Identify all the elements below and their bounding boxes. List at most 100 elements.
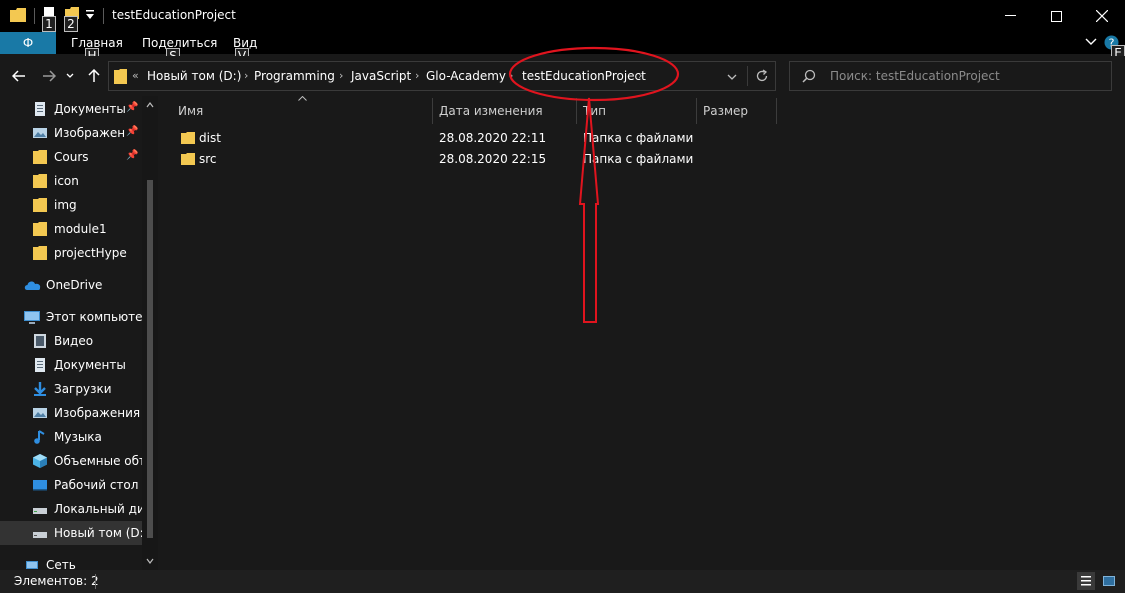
file-type: Папка с файлами <box>583 131 694 145</box>
recent-locations-button[interactable] <box>64 66 76 86</box>
nav-item-label: Локальный дис <box>54 502 142 516</box>
keytip-2: 2 <box>64 16 78 32</box>
documents-icon <box>35 102 45 116</box>
keytip-1: 1 <box>42 16 56 32</box>
nav-item-desktop[interactable]: Рабочий стол <box>0 473 142 497</box>
pin-icon[interactable]: 📌 <box>126 102 138 113</box>
maximize-icon <box>1050 10 1062 22</box>
sort-ascending-icon <box>298 96 307 101</box>
column-divider[interactable] <box>696 98 697 124</box>
nav-item-label: Новый том (D:) <box>54 526 149 540</box>
minimize-button[interactable] <box>987 0 1033 32</box>
column-header-name[interactable]: Имя <box>178 104 203 118</box>
network-icon <box>26 561 38 569</box>
table-row[interactable]: src 28.08.2020 22:15 Папка с файлами <box>174 149 794 170</box>
chevron-right-icon[interactable]: › <box>415 69 419 82</box>
nav-item-label: Документы <box>54 358 126 372</box>
nav-item-img[interactable]: img <box>0 193 142 217</box>
search-icon <box>802 69 816 83</box>
scrollbar-thumb[interactable] <box>147 180 153 538</box>
nav-item-video[interactable]: Видео <box>0 329 142 353</box>
nav-item-downloads[interactable]: Загрузки <box>0 377 142 401</box>
refresh-icon[interactable] <box>755 69 769 83</box>
breadcrumb-current[interactable]: testEducationProject <box>522 69 646 83</box>
nav-item-local-disk[interactable]: Локальный дис <box>0 497 142 521</box>
chevron-down-icon[interactable] <box>146 558 154 564</box>
address-history-icon[interactable] <box>727 74 737 80</box>
address-bar[interactable]: « Новый том (D:) › Programming › JavaScr… <box>108 61 776 91</box>
nav-item-3d-objects[interactable]: Объемные объ <box>0 449 142 473</box>
folder-icon <box>181 132 195 144</box>
breadcrumb-javascript[interactable]: JavaScript <box>351 69 411 83</box>
tab-file[interactable]: Ф <box>0 32 56 54</box>
nav-item-onedrive[interactable]: OneDrive <box>0 273 142 297</box>
nav-item-label: Изображени <box>54 126 126 140</box>
nav-item-this-pc[interactable]: Этот компьютер <box>0 305 150 329</box>
music-icon <box>34 430 45 444</box>
arrow-right-icon <box>43 70 56 82</box>
breadcrumb-overflow[interactable]: « <box>132 69 139 82</box>
ribbon-tabs: Ф Главная H Поделиться S Вид V ? E <box>0 32 1125 64</box>
nav-item-drive-d[interactable]: Новый том (D:) <box>0 521 148 545</box>
nav-item-label: Музыка <box>54 430 102 444</box>
file-date: 28.08.2020 22:15 <box>439 152 547 166</box>
drive-icon <box>33 508 47 514</box>
up-button[interactable] <box>84 66 104 86</box>
chevron-down-icon <box>66 73 74 78</box>
nav-item-label: Видео <box>54 334 94 348</box>
breadcrumb-programming[interactable]: Programming <box>254 69 335 83</box>
maximize-button[interactable] <box>1033 0 1079 32</box>
column-header-size[interactable]: Размер <box>703 104 748 118</box>
separator <box>747 66 748 86</box>
search-box[interactable]: Поиск: testEducationProject <box>789 61 1112 91</box>
chevron-right-icon[interactable]: › <box>244 69 248 82</box>
column-divider[interactable] <box>432 98 433 124</box>
nav-scrollbar[interactable] <box>142 96 158 570</box>
column-divider[interactable] <box>776 98 777 124</box>
pin-icon[interactable]: 📌 <box>126 126 138 137</box>
pin-icon[interactable]: 📌 <box>126 150 138 161</box>
file-date: 28.08.2020 22:11 <box>439 131 547 145</box>
desktop-icon <box>33 480 47 491</box>
chevron-right-icon[interactable]: › <box>509 69 513 82</box>
nav-item-module1[interactable]: module1 <box>0 217 142 241</box>
ribbon-expand-icon[interactable] <box>1085 38 1097 46</box>
breadcrumb-drive-d[interactable]: Новый том (D:) <box>147 69 241 83</box>
folder-icon <box>33 246 47 260</box>
nav-item-icon[interactable]: icon <box>0 169 142 193</box>
nav-item-pictures-quick[interactable]: Изображени 📌 <box>0 121 142 145</box>
address-row: « Новый том (D:) › Programming › JavaScr… <box>0 56 1125 96</box>
drive-icon <box>33 532 47 538</box>
nav-item-documents-quick[interactable]: Документы 📌 <box>0 97 142 121</box>
search-placeholder: Поиск: testEducationProject <box>830 69 1000 83</box>
nav-item-label: Документы <box>54 102 126 116</box>
nav-item-music[interactable]: Музыка <box>0 425 142 449</box>
nav-item-cours[interactable]: Cours 📌 <box>0 145 142 169</box>
nav-item-label: Cours <box>54 150 89 164</box>
column-header-type[interactable]: Тип <box>583 104 606 118</box>
column-divider[interactable] <box>576 98 577 124</box>
nav-item-pictures[interactable]: Изображения <box>0 401 142 425</box>
close-button[interactable] <box>1079 0 1125 32</box>
minimize-icon <box>1004 15 1016 16</box>
customize-toolbar-icon[interactable] <box>85 10 95 20</box>
nav-item-label: Изображения <box>54 406 141 420</box>
file-type: Папка с файлами <box>583 152 694 166</box>
chevron-right-icon[interactable]: › <box>339 69 343 82</box>
details-view-icon[interactable] <box>1077 572 1095 590</box>
nav-item-network[interactable]: Сеть <box>0 553 142 570</box>
folder-icon <box>114 69 127 84</box>
nav-item-projecthype[interactable]: projectHype <box>0 241 142 265</box>
separator <box>95 574 96 589</box>
chevron-up-icon[interactable] <box>146 102 154 108</box>
chevron-right-icon[interactable]: › <box>638 69 642 82</box>
close-icon <box>1096 10 1108 22</box>
forward-button[interactable] <box>39 66 59 86</box>
table-row[interactable]: dist 28.08.2020 22:11 Папка с файлами <box>174 128 794 149</box>
column-header-date[interactable]: Дата изменения <box>439 104 543 118</box>
back-button[interactable] <box>9 66 29 86</box>
nav-item-documents[interactable]: Документы <box>0 353 142 377</box>
large-icons-view-icon[interactable] <box>1100 572 1118 590</box>
separator <box>34 8 35 24</box>
breadcrumb-glo-academy[interactable]: Glo-Academy <box>426 69 506 83</box>
